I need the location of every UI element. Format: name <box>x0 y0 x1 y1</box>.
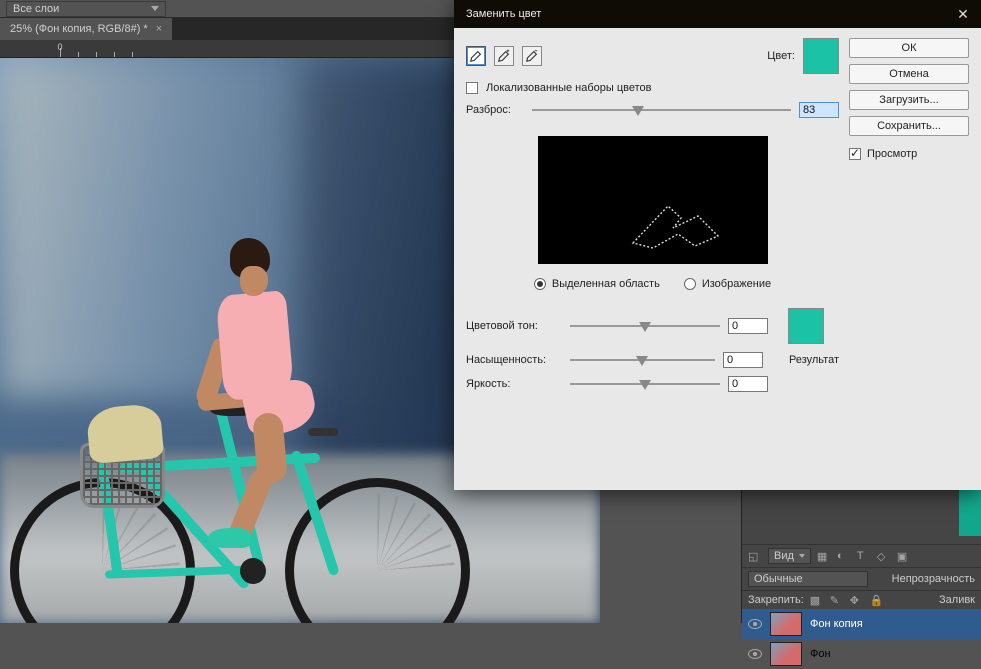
fuzziness-input[interactable] <box>799 102 839 118</box>
dialog-title: Заменить цвет <box>466 8 541 20</box>
cancel-button[interactable]: Отмена <box>849 64 969 84</box>
result-label: Результат <box>789 354 839 366</box>
saturation-label: Насыщенность: <box>466 354 562 366</box>
preview-checkbox-label: Просмотр <box>867 148 917 160</box>
layer-filter-select[interactable]: Вид <box>768 548 811 564</box>
radio-off-icon <box>684 278 696 290</box>
radio-image[interactable]: Изображение <box>684 278 771 290</box>
lock-label: Закрепить: <box>748 594 804 606</box>
preview-checkbox-row[interactable]: Просмотр <box>849 148 969 160</box>
load-button[interactable]: Загрузить... <box>849 90 969 110</box>
saturation-slider[interactable] <box>570 352 715 368</box>
lock-brush-icon[interactable]: ✎ <box>830 594 844 606</box>
preview-checkbox[interactable] <box>849 148 861 160</box>
document-tab[interactable]: 25% (Фон копия, RGB/8#) * × <box>0 18 172 40</box>
lightness-input[interactable] <box>728 376 768 392</box>
layer-thumbnail <box>770 642 802 666</box>
dialog-titlebar[interactable]: Заменить цвет ✕ <box>454 0 981 28</box>
filter-smart-icon[interactable]: ▣ <box>897 550 911 562</box>
hue-slider[interactable] <box>570 318 720 334</box>
filter-adjust-icon[interactable]: ◐ <box>837 550 851 562</box>
radio-image-label: Изображение <box>702 278 771 290</box>
save-button[interactable]: Сохранить... <box>849 116 969 136</box>
radio-on-icon <box>534 278 546 290</box>
mask-preview[interactable] <box>538 136 768 264</box>
ok-button[interactable]: ОК <box>849 38 969 58</box>
color-swatch[interactable] <box>803 38 839 74</box>
layer-name: Фон копия <box>810 618 863 630</box>
close-icon[interactable]: × <box>156 23 162 35</box>
chevron-down-icon <box>151 6 159 11</box>
radio-selection[interactable]: Выделенная область <box>534 278 660 290</box>
radio-selection-label: Выделенная область <box>552 278 660 290</box>
eyedropper-tool[interactable] <box>466 46 486 66</box>
visibility-icon[interactable] <box>748 619 762 629</box>
fill-label: Заливк <box>939 594 975 606</box>
blend-opacity-row: Обычные Непрозрачность <box>742 567 981 590</box>
replace-color-dialog: Заменить цвет ✕ Цвет: Локализованные наб… <box>454 0 981 490</box>
layer-filter-label: Вид <box>774 550 794 562</box>
close-button[interactable]: ✕ <box>953 4 973 24</box>
lightness-label: Яркость: <box>466 378 562 390</box>
filter-text-icon[interactable]: T <box>857 550 871 562</box>
filter-shape-icon[interactable]: ◇ <box>877 550 891 562</box>
kind-icon: ◱ <box>748 550 762 562</box>
fuzziness-label: Разброс: <box>466 104 524 116</box>
eyedropper-minus-tool[interactable] <box>522 46 542 66</box>
color-label: Цвет: <box>767 50 795 62</box>
opacity-label: Непрозрачность <box>892 573 975 585</box>
lightness-slider[interactable] <box>570 376 720 392</box>
layer-filter-row: ◱ Вид ▦ ◐ T ◇ ▣ <box>742 544 981 567</box>
layer-row[interactable]: Фон копия <box>742 609 981 639</box>
layer-thumbnail <box>770 612 802 636</box>
filter-pixel-icon[interactable]: ▦ <box>817 550 831 562</box>
lock-row: Закрепить: ▩ ✎ ✥ 🔒 Заливк <box>742 590 981 609</box>
localized-checkbox-label: Локализованные наборы цветов <box>486 82 652 94</box>
blend-mode-select[interactable]: Обычные <box>748 571 868 587</box>
layers-list: Фон копия Фон <box>742 609 981 669</box>
fuzziness-slider[interactable] <box>532 102 791 118</box>
lock-move-icon[interactable]: ✥ <box>850 594 864 606</box>
saturation-input[interactable] <box>723 352 763 368</box>
chevron-down-icon <box>799 554 805 558</box>
layers-scope-label: Все слои <box>13 3 59 15</box>
result-swatch[interactable] <box>788 308 824 344</box>
layer-row[interactable]: Фон <box>742 639 981 669</box>
blend-mode-label: Обычные <box>754 573 803 585</box>
localized-checkbox[interactable] <box>466 82 478 94</box>
document-tab-title: 25% (Фон копия, RGB/8#) * <box>10 23 148 35</box>
hue-label: Цветовой тон: <box>466 320 562 332</box>
eyedropper-plus-tool[interactable] <box>494 46 514 66</box>
visibility-icon[interactable] <box>748 649 762 659</box>
lock-all-icon[interactable]: 🔒 <box>870 594 884 606</box>
layer-name: Фон <box>810 648 831 660</box>
lock-transparent-icon[interactable]: ▩ <box>810 594 824 606</box>
layers-scope-select[interactable]: Все слои <box>6 1 166 17</box>
hue-input[interactable] <box>728 318 768 334</box>
